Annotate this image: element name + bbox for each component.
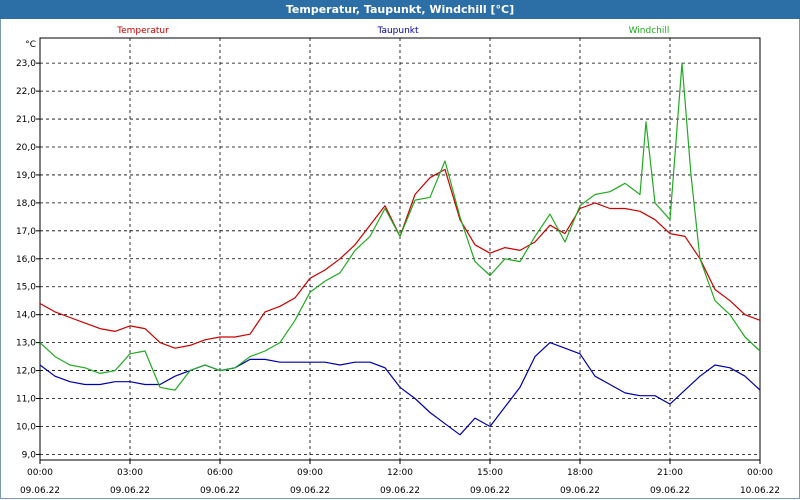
legend-taupunkt: Taupunkt bbox=[376, 26, 419, 36]
y-tick-label: 12,0 bbox=[16, 367, 36, 377]
x-tick-date: 09.06.22 bbox=[560, 486, 600, 496]
x-tick-date: 09.06.22 bbox=[20, 486, 60, 496]
y-tick-label: 9,0 bbox=[22, 450, 37, 460]
y-tick-label: 21,0 bbox=[16, 115, 36, 125]
x-tick-time: 12:00 bbox=[387, 468, 413, 478]
legend-windchill: Windchill bbox=[629, 26, 670, 36]
y-tick-label: 20,0 bbox=[16, 143, 36, 153]
x-tick-time: 00:00 bbox=[27, 468, 53, 478]
x-tick-date: 09.06.22 bbox=[470, 486, 510, 496]
x-tick-date: 09.06.22 bbox=[110, 486, 150, 496]
x-tick-time: 03:00 bbox=[117, 468, 143, 478]
x-tick-time: 21:00 bbox=[657, 468, 683, 478]
legend-temperatur: Temperatur bbox=[116, 26, 169, 36]
y-tick-label: 16,0 bbox=[16, 255, 36, 265]
x-tick-date: 09.06.22 bbox=[290, 486, 330, 496]
y-tick-label: 13,0 bbox=[16, 339, 36, 349]
y-tick-label: 14,0 bbox=[16, 311, 36, 321]
y-tick-label: 23,0 bbox=[16, 59, 36, 69]
y-tick-label: 15,0 bbox=[16, 283, 36, 293]
x-tick-time: 18:00 bbox=[567, 468, 593, 478]
x-tick-date: 09.06.22 bbox=[650, 486, 690, 496]
x-tick-date: 10.06.22 bbox=[740, 486, 780, 496]
y-tick-label: 18,0 bbox=[16, 199, 36, 209]
line-chart: 9,0 10,0 11,0 12,0 13,0 14,0 15,0 16,0 17,0 18,0 1… bbox=[16, 26, 780, 496]
y-tick-label: 19,0 bbox=[16, 171, 36, 181]
y-tick-label: 22,0 bbox=[16, 87, 36, 97]
x-tick-time: 15:00 bbox=[477, 468, 503, 478]
y-tick-label: 11,0 bbox=[16, 395, 36, 405]
y-tick-label: 10,0 bbox=[16, 422, 36, 432]
x-tick-time: 00:00 bbox=[747, 468, 773, 478]
y-tick-label: 17,0 bbox=[16, 227, 36, 237]
x-tick-time: 06:00 bbox=[207, 468, 233, 478]
x-tick-time: 09:00 bbox=[297, 468, 323, 478]
x-tick-date: 09.06.22 bbox=[380, 486, 420, 496]
y-axis-label: °C bbox=[25, 40, 36, 50]
x-tick-date: 09.06.22 bbox=[200, 486, 240, 496]
